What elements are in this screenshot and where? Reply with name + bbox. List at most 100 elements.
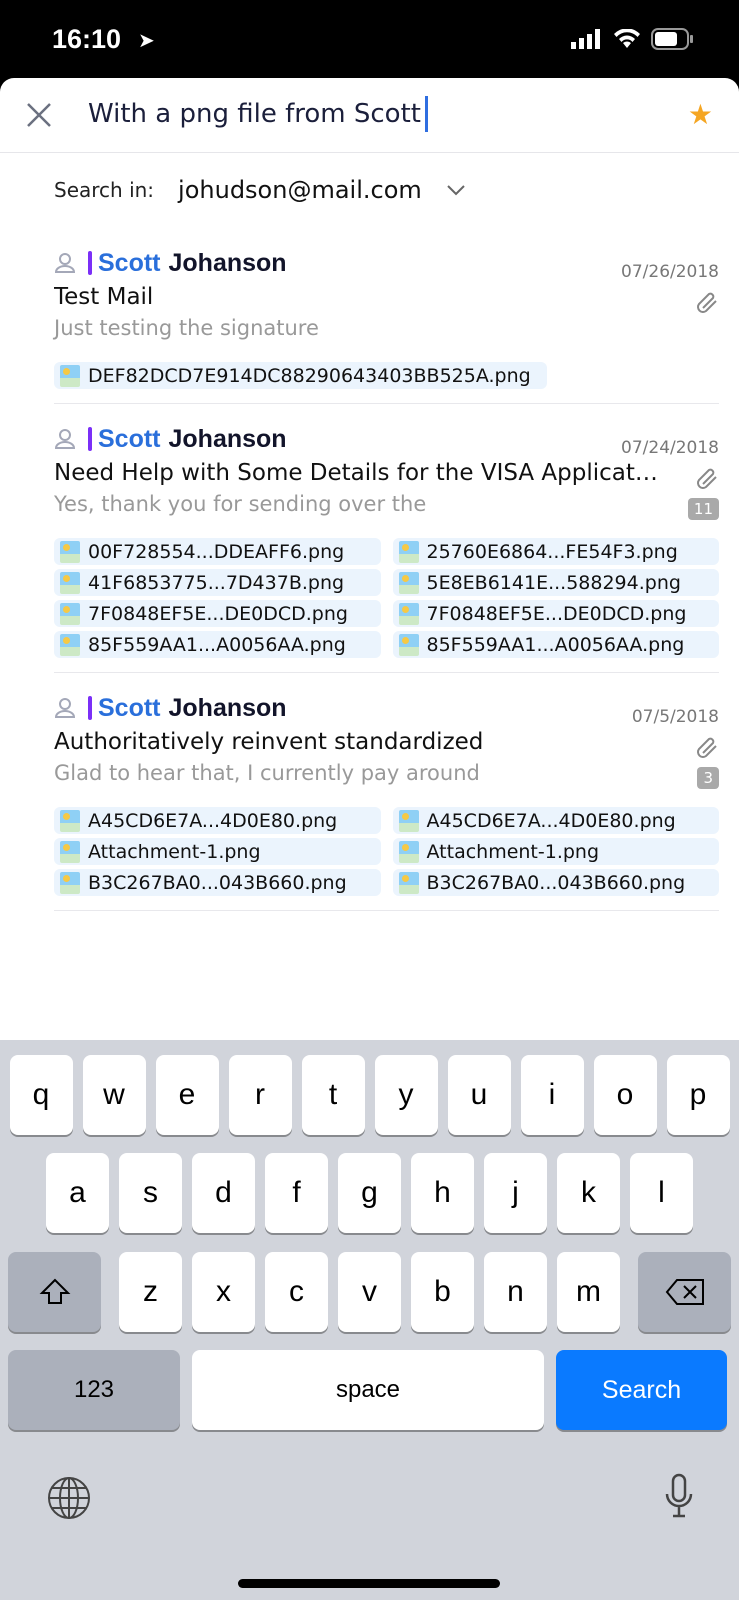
key-w[interactable]: w xyxy=(82,1055,146,1135)
attachment-chip[interactable]: 85F559AA1...A0056AA.png xyxy=(54,631,381,658)
key-v[interactable]: v xyxy=(338,1252,401,1332)
space-key[interactable]: space xyxy=(192,1350,544,1430)
image-file-icon xyxy=(60,871,80,894)
attachment-chip[interactable]: Attachment-1.png xyxy=(392,838,719,865)
attachment-name: B3C267BA0...043B660.png xyxy=(426,871,686,894)
key-e[interactable]: e xyxy=(155,1055,219,1135)
attachment-chip[interactable]: DEF82DCD7E914DC88290643403BB525A.png xyxy=(54,362,547,389)
wifi-icon xyxy=(614,29,640,48)
subject: Need Help with Some Details for the VISA… xyxy=(54,460,664,486)
sender: Scott Johanson xyxy=(54,693,719,723)
sender-marker xyxy=(88,427,92,451)
attachment-name: Attachment-1.png xyxy=(88,840,261,863)
key-x[interactable]: x xyxy=(192,1252,255,1332)
result-item[interactable]: Scott Johanson 07/24/2018 11 Need Help wit… xyxy=(54,404,719,673)
sender-first-name: Scott xyxy=(98,693,161,722)
preview: Just testing the signature xyxy=(54,316,319,340)
date: 07/26/2018 xyxy=(621,262,719,282)
chevron-down-icon[interactable] xyxy=(446,184,466,196)
shift-icon xyxy=(39,1278,70,1304)
subject: Authoritatively reinvent standardized xyxy=(54,729,484,755)
search-in-label: Search in: xyxy=(54,178,155,202)
contact-icon xyxy=(54,429,76,449)
key-o[interactable]: o xyxy=(593,1055,657,1135)
search-key[interactable]: Search xyxy=(556,1350,727,1430)
key-c[interactable]: c xyxy=(265,1252,328,1332)
attachment-chip[interactable]: A45CD6E7A...4D0E80.png xyxy=(54,807,381,834)
attachment-chip[interactable]: 85F559AA1...A0056AA.png xyxy=(392,631,719,658)
result-item[interactable]: Scott Johanson 07/26/2018 Test Mail Just … xyxy=(54,228,719,404)
key-k[interactable]: k xyxy=(557,1153,620,1233)
status-time: 16:10 xyxy=(52,24,122,54)
attachment-name: 7F0848EF5E...DE0DCD.png xyxy=(88,602,348,625)
preview: Glad to hear that, I currently pay aroun… xyxy=(54,761,480,785)
close-icon[interactable] xyxy=(26,102,52,128)
attachment-chip[interactable]: 25760E6864...FE54F3.png xyxy=(392,538,719,565)
key-m[interactable]: m xyxy=(557,1252,620,1332)
image-file-icon xyxy=(60,540,80,563)
key-r[interactable]: r xyxy=(228,1055,292,1135)
attachment-icon xyxy=(695,733,719,763)
key-t[interactable]: t xyxy=(301,1055,365,1135)
contact-icon xyxy=(54,698,76,718)
attachment-chip[interactable]: 7F0848EF5E...DE0DCD.png xyxy=(54,600,381,627)
home-indicator xyxy=(238,1579,500,1588)
attachment-chip[interactable]: B3C267BA0...043B660.png xyxy=(54,869,381,896)
key-n[interactable]: n xyxy=(484,1252,547,1332)
sender-marker xyxy=(88,696,92,720)
image-file-icon xyxy=(60,602,80,625)
key-l[interactable]: l xyxy=(630,1153,693,1233)
key-b[interactable]: b xyxy=(411,1252,474,1332)
sender-marker xyxy=(88,251,92,275)
attachment-name: B3C267BA0...043B660.png xyxy=(88,871,347,894)
signal-icon xyxy=(571,29,600,49)
attachment-chip[interactable]: 41F6853775...7D437B.png xyxy=(54,569,381,596)
numbers-key[interactable]: 123 xyxy=(8,1350,180,1430)
attachment-icon xyxy=(695,464,719,494)
key-p[interactable]: p xyxy=(666,1055,730,1135)
key-f[interactable]: f xyxy=(265,1153,328,1233)
search-in-selector[interactable]: Search in: johudson@mail.com xyxy=(54,176,466,204)
attachment-chip[interactable]: B3C267BA0...043B660.png xyxy=(392,869,719,896)
attachment-chip[interactable]: Attachment-1.png xyxy=(54,838,381,865)
image-file-icon xyxy=(398,602,419,625)
status-bar: 16:10 ➤ xyxy=(0,0,739,80)
key-s[interactable]: s xyxy=(119,1153,182,1233)
search-bar: With a png file from Scott ★ xyxy=(0,78,739,153)
image-file-icon xyxy=(398,540,419,563)
attachment-name: 85F559AA1...A0056AA.png xyxy=(88,633,346,656)
image-file-icon xyxy=(60,840,80,863)
key-i[interactable]: i xyxy=(520,1055,584,1135)
key-h[interactable]: h xyxy=(411,1153,474,1233)
key-g[interactable]: g xyxy=(338,1153,401,1233)
account-value[interactable]: johudson@mail.com xyxy=(178,176,422,204)
microphone-icon[interactable] xyxy=(664,1472,694,1522)
search-input[interactable]: With a png file from Scott xyxy=(88,96,428,132)
image-file-icon xyxy=(398,840,419,863)
location-icon: ➤ xyxy=(138,28,155,52)
result-item[interactable]: Scott Johanson 07/5/2018 3 Authoritatively… xyxy=(54,673,719,911)
thread-count-badge: 3 xyxy=(697,767,719,789)
star-icon[interactable]: ★ xyxy=(688,98,713,131)
sender-last-name: Johanson xyxy=(168,693,287,722)
attachment-chip[interactable]: 5E8EB6141E...588294.png xyxy=(392,569,719,596)
image-file-icon xyxy=(398,571,419,594)
date: 07/5/2018 xyxy=(631,707,719,727)
attachment-chip[interactable]: 7F0848EF5E...DE0DCD.png xyxy=(392,600,719,627)
key-z[interactable]: z xyxy=(119,1252,182,1332)
key-d[interactable]: d xyxy=(192,1153,255,1233)
sender-last-name: Johanson xyxy=(168,424,287,453)
shift-key[interactable] xyxy=(8,1252,101,1332)
key-a[interactable]: a xyxy=(46,1153,109,1233)
attachment-chip[interactable]: 00F728554...DDEAFF6.png xyxy=(54,538,381,565)
attachment-name: 5E8EB6141E...588294.png xyxy=(426,571,681,594)
backspace-key[interactable] xyxy=(638,1252,731,1332)
attachment-chip[interactable]: A45CD6E7A...4D0E80.png xyxy=(392,807,719,834)
globe-icon[interactable] xyxy=(46,1475,92,1521)
image-file-icon xyxy=(60,364,80,387)
key-y[interactable]: y xyxy=(374,1055,438,1135)
key-u[interactable]: u xyxy=(447,1055,511,1135)
key-q[interactable]: q xyxy=(9,1055,73,1135)
image-file-icon xyxy=(60,809,80,832)
key-j[interactable]: j xyxy=(484,1153,547,1233)
